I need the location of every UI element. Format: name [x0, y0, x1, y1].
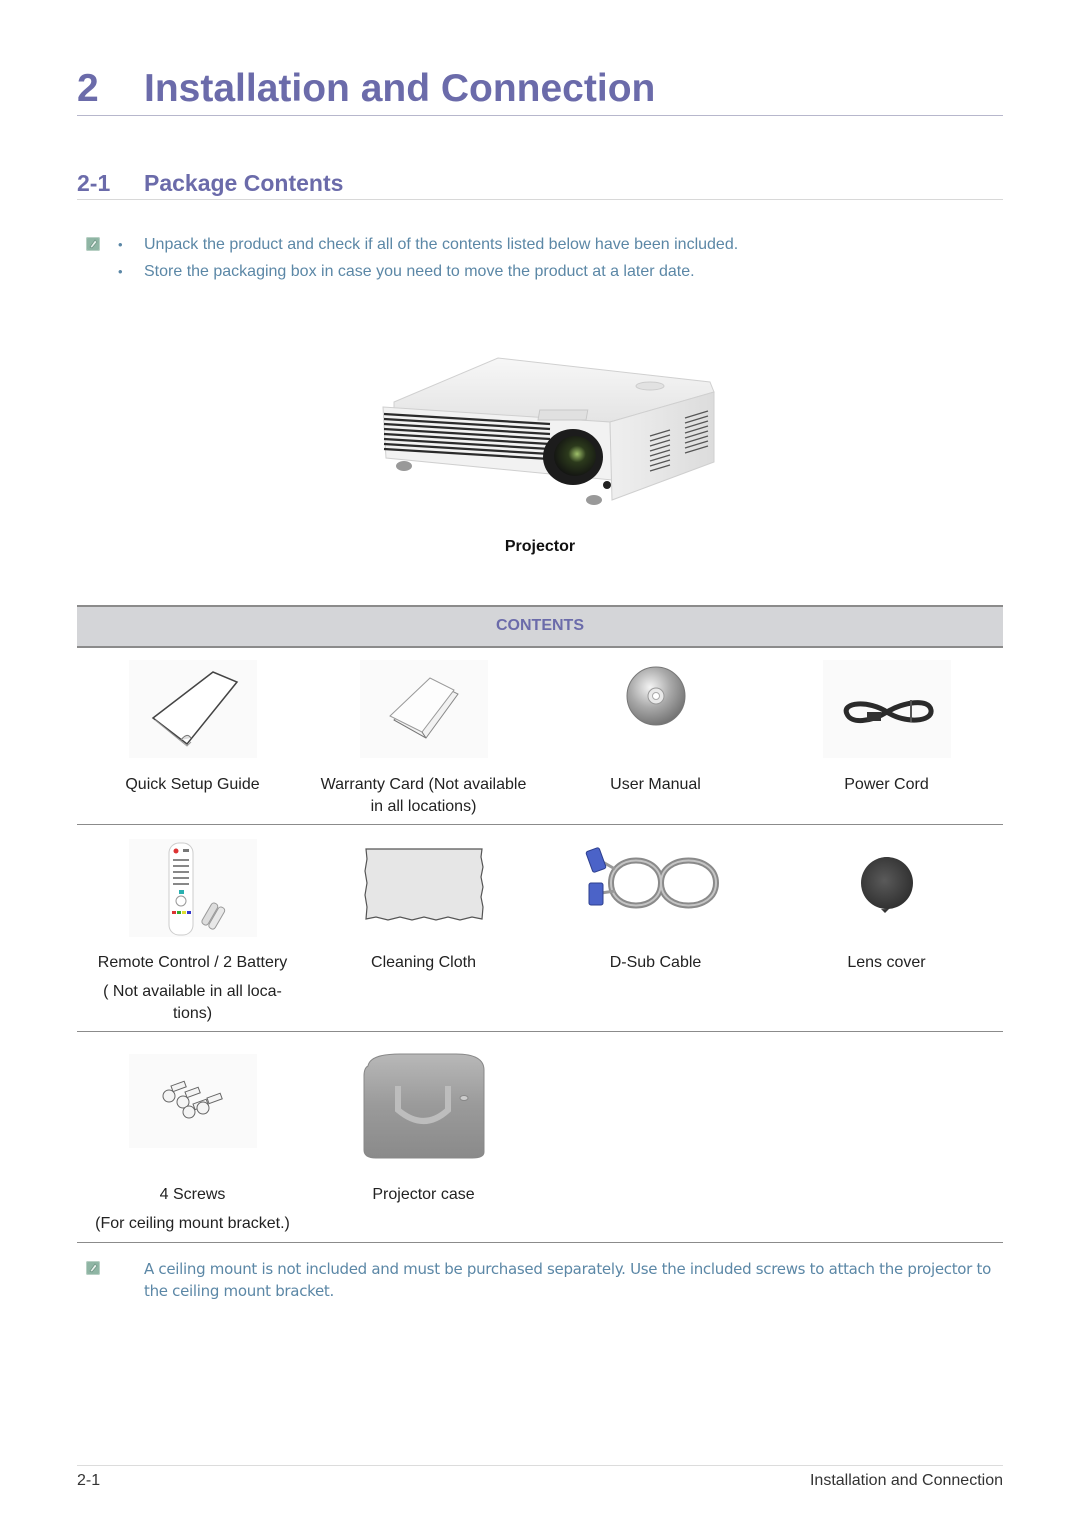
footer-divider [77, 1465, 1003, 1466]
item-label: Quick Setup Guide [125, 776, 260, 793]
section-title: 2-1 Package Contents [77, 168, 1003, 200]
item-label: Cleaning Cloth [371, 954, 476, 971]
contents-item-cleaning-cloth: Cleaning Cloth [308, 825, 539, 1031]
cleaning-cloth-image [360, 845, 488, 925]
note-bullet-1: • Unpack the product and check if all of… [0, 235, 1080, 255]
chapter-number: 2 [77, 67, 99, 110]
remote-control-image [128, 839, 257, 937]
item-label: Power Cord [844, 776, 929, 793]
cd-disc-image [592, 656, 720, 754]
contents-item-power-cord: Power Cord [771, 646, 1002, 824]
contents-item-remote-control: Remote Control / 2 Battery ( Not availab… [77, 825, 308, 1031]
note-bullet-2: • Store the packaging box in case you ne… [0, 262, 1080, 282]
item-label: D-Sub Cable [609, 954, 702, 971]
quick-setup-guide-image [128, 660, 257, 758]
item-label: 4 Screws [159, 1186, 226, 1203]
section-number: 2-1 [77, 170, 111, 196]
footer-page-number: 2-1 [77, 1472, 101, 1489]
projector-image [380, 352, 716, 510]
chapter-title: 2 Installation and Connection [77, 64, 1003, 116]
table-row-divider [77, 1242, 1003, 1243]
contents-table-header: CONTENTS [77, 605, 1003, 648]
footer-chapter-name: Installation and Connection [809, 1472, 1003, 1489]
item-note-line-1: ( Not available in all loca- [103, 983, 282, 1000]
note-pencil-icon [86, 1261, 100, 1275]
item-label: Lens cover [847, 954, 926, 971]
contents-item-d-sub-cable: D-Sub Cable [540, 825, 771, 1031]
item-label-line-2: in all locations) [370, 798, 477, 815]
contents-item-quick-setup-guide: Quick Setup Guide [77, 646, 308, 824]
item-label: Warranty Card (Not available [320, 776, 527, 793]
item-label: Projector case [372, 1186, 475, 1203]
note-bullet-text: Unpack the product and check if all of t… [144, 236, 739, 253]
item-note-line-2: tions) [172, 1005, 213, 1022]
screws-image [128, 1054, 257, 1148]
section-title-text: Package Contents [144, 170, 344, 196]
projector-case-image [360, 1052, 488, 1162]
chapter-title-text: Installation and Connection [144, 67, 656, 110]
contents-item-projector-case: Projector case [308, 1032, 539, 1242]
item-note-line-1: (For ceiling mount bracket.) [95, 1215, 290, 1232]
d-sub-cable-image [581, 843, 731, 923]
item-label: Remote Control / 2 Battery [97, 954, 288, 971]
ceiling-mount-note: A ceiling mount is not included and must… [144, 1260, 991, 1300]
item-label: User Manual [610, 776, 701, 793]
contents-item-user-manual: User Manual [540, 646, 771, 824]
bullet-dot: • [118, 264, 123, 279]
power-cord-image [822, 660, 951, 758]
note-bullet-text: Store the packaging box in case you need… [144, 263, 695, 280]
warranty-card-image [359, 660, 488, 758]
contents-item-warranty-card: Warranty Card (Not available in all loca… [308, 646, 539, 824]
contents-item-lens-cover: Lens cover [771, 825, 1002, 1031]
contents-item-screws: 4 Screws (For ceiling mount bracket.) [77, 1032, 308, 1242]
projector-label: Projector [504, 538, 576, 555]
bullet-dot: • [118, 237, 123, 252]
lens-cover-image [823, 851, 951, 921]
